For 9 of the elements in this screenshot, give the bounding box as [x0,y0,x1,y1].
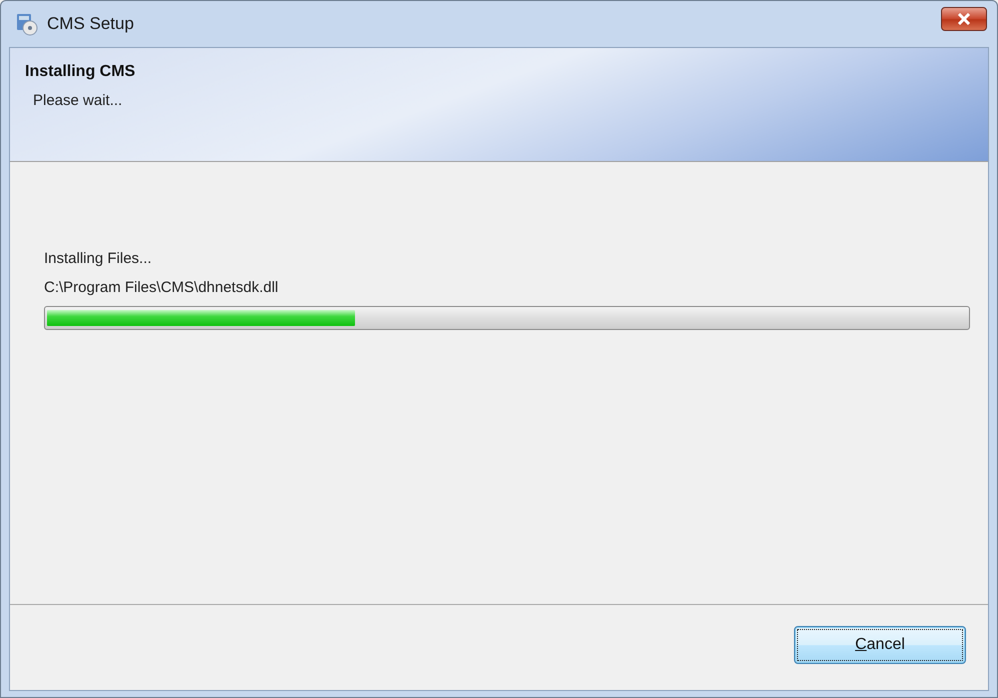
window-title: CMS Setup [47,13,134,36]
installer-icon [15,12,39,36]
status-label: Installing Files... [44,249,153,269]
close-icon [956,13,972,25]
header-title: Installing CMS [25,62,136,82]
cancel-button[interactable]: Cancel [794,626,966,664]
header-subtitle: Please wait... [32,91,124,111]
close-button[interactable] [941,7,987,31]
file-path: C:\Program Files\CMS\dhnetsdk.dll [44,278,280,298]
